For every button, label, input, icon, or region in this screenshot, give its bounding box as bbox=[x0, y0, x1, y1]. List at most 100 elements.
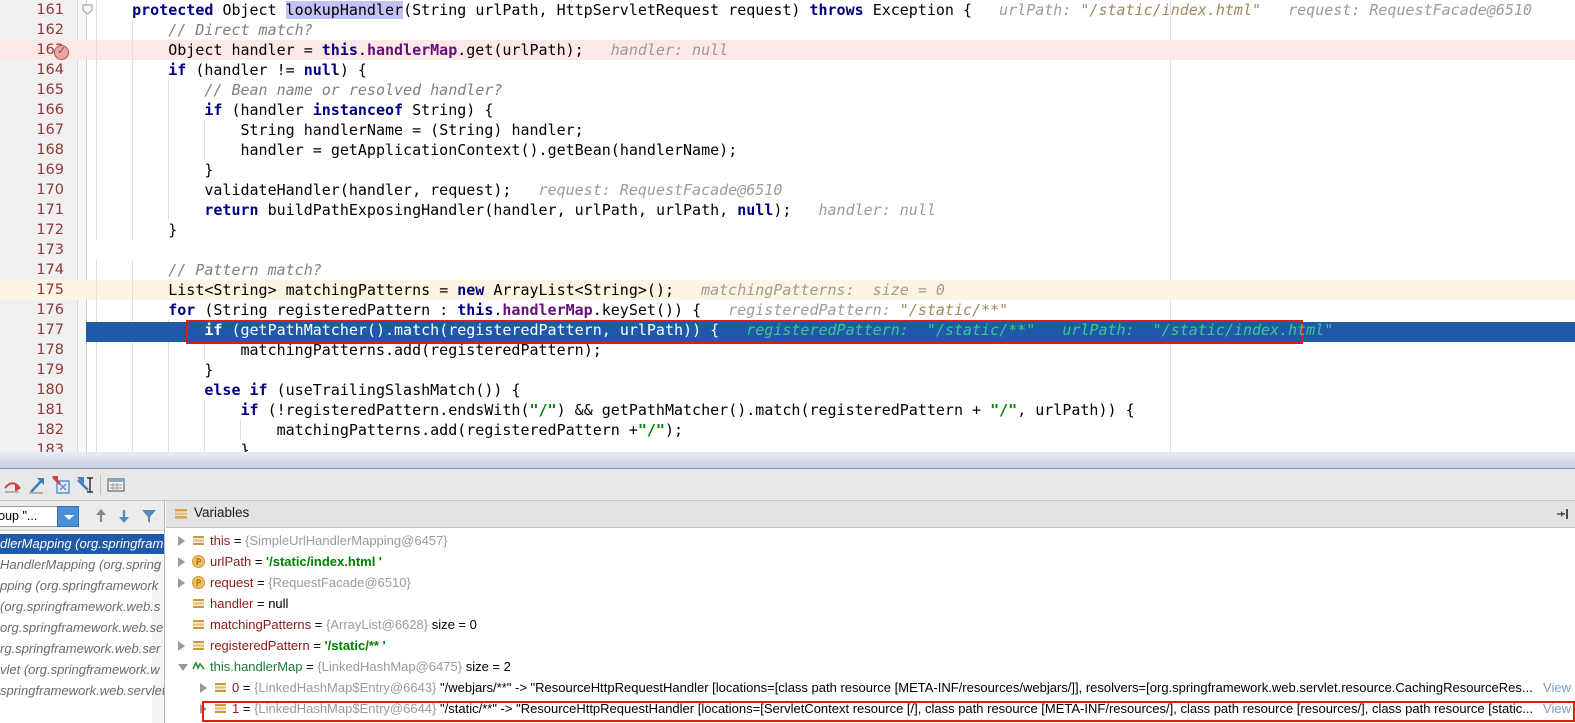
code-text: if (!registeredPattern.endsWith("/") && … bbox=[240, 401, 1135, 419]
variable-row[interactable]: registeredPattern = '/static/** ' bbox=[166, 635, 1575, 656]
chevron-down-icon[interactable] bbox=[57, 506, 79, 527]
frame-list-item[interactable]: (org.springframework.web.s bbox=[0, 597, 164, 617]
arrow-up-icon[interactable] bbox=[92, 507, 110, 525]
frame-list-item[interactable]: org.springframework.web.se bbox=[0, 618, 164, 638]
frame-list-item[interactable]: dlerMapping (org.springfram bbox=[0, 534, 164, 554]
line-number: 168 bbox=[36, 142, 64, 158]
chevron-right-icon[interactable] bbox=[178, 536, 185, 546]
frame-list-item[interactable]: pping (org.springframework bbox=[0, 576, 164, 596]
code-line-164[interactable]: 164 if (handler != null) { bbox=[0, 60, 1575, 80]
code-line-170[interactable]: 170 validateHandler(handler, request); r… bbox=[0, 180, 1575, 200]
code-line-175[interactable]: 175 List<String> matchingPatterns = new … bbox=[0, 280, 1575, 300]
code-text: String handlerName = (String) handler; bbox=[240, 121, 584, 139]
chevron-right-icon[interactable] bbox=[200, 683, 207, 693]
code-line-169[interactable]: 169 } bbox=[0, 160, 1575, 180]
code-fold-icon[interactable] bbox=[82, 4, 93, 15]
code-line-173[interactable]: 173 bbox=[0, 240, 1575, 260]
variable-row[interactable]: Prequest = {RequestFacade@6510} bbox=[166, 572, 1575, 593]
frame-label: org.springframework.web.se bbox=[0, 620, 164, 635]
code-line-166[interactable]: 166 if (handler instanceof String) { bbox=[0, 100, 1575, 120]
breakpoint-icon[interactable] bbox=[54, 44, 69, 60]
variable-row[interactable]: 1 = {LinkedHashMap$Entry@6644} "/static/… bbox=[166, 698, 1575, 719]
view-link[interactable]: View bbox=[1543, 677, 1571, 698]
field-icon bbox=[193, 620, 204, 629]
variable-row[interactable]: handler = null bbox=[166, 593, 1575, 614]
svg-text:P: P bbox=[196, 579, 202, 589]
frames-toolbar[interactable]: group "... bbox=[0, 501, 164, 531]
line-number: 173 bbox=[36, 242, 64, 258]
arrow-down-icon[interactable] bbox=[115, 507, 133, 525]
step-out-icon[interactable] bbox=[74, 474, 96, 496]
variable-row[interactable]: PurlPath = '/static/index.html ' bbox=[166, 551, 1575, 572]
code-line-179[interactable]: 179 } bbox=[0, 360, 1575, 380]
code-line-174[interactable]: 174 // Pattern match? bbox=[0, 260, 1575, 280]
view-link[interactable]: View bbox=[1543, 698, 1571, 719]
variables-title: Variables bbox=[194, 505, 250, 520]
code-line-180[interactable]: 180 else if (useTrailingSlashMatch()) { bbox=[0, 380, 1575, 400]
line-number: 161 bbox=[36, 2, 64, 18]
line-number: 164 bbox=[36, 62, 64, 78]
variable-label: this.handlerMap = {LinkedHashMap@6475} s… bbox=[210, 659, 511, 674]
frames-panel[interactable]: group "... dlerMapping (org.springfram Ha… bbox=[0, 501, 165, 723]
line-number: 175 bbox=[36, 282, 64, 298]
code-editor[interactable]: 161 protected Object lookupHandler(Strin… bbox=[0, 0, 1575, 452]
toolbar-separator bbox=[100, 475, 101, 495]
variable-row[interactable]: this = {SimpleUrlHandlerMapping@6457} bbox=[166, 530, 1575, 551]
evaluate-expression-icon[interactable] bbox=[105, 474, 127, 496]
line-number: 183 bbox=[36, 442, 64, 452]
frame-list-item[interactable]: vlet (org.springframework.w bbox=[0, 660, 164, 680]
code-line-181[interactable]: 181 if (!registeredPattern.endsWith("/")… bbox=[0, 400, 1575, 420]
code-text: List<String> matchingPatterns = new Arra… bbox=[168, 281, 945, 299]
code-line-163[interactable]: 163 Object handler = this.handlerMap.get… bbox=[0, 40, 1575, 60]
step-over-icon[interactable] bbox=[2, 474, 24, 496]
chevron-right-icon[interactable] bbox=[178, 641, 185, 651]
code-line-165[interactable]: 165 // Bean name or resolved handler? bbox=[0, 80, 1575, 100]
chevron-right-icon[interactable] bbox=[178, 578, 185, 588]
field-icon bbox=[193, 641, 204, 650]
editor-debug-splitter[interactable] bbox=[0, 452, 1575, 469]
code-line-176[interactable]: 176 for (String registeredPattern : this… bbox=[0, 300, 1575, 320]
chevron-right-icon[interactable] bbox=[178, 557, 185, 567]
code-line-171[interactable]: 171 return buildPathExposingHandler(hand… bbox=[0, 200, 1575, 220]
chevron-right-icon[interactable] bbox=[200, 704, 207, 714]
code-text: // Direct match? bbox=[168, 21, 313, 39]
variable-label: request = {RequestFacade@6510} bbox=[210, 575, 411, 590]
code-line-167[interactable]: 167 String handlerName = (String) handle… bbox=[0, 120, 1575, 140]
code-text: if (handler != null) { bbox=[168, 61, 367, 79]
step-into-icon[interactable] bbox=[26, 474, 48, 496]
filter-icon[interactable] bbox=[140, 507, 158, 525]
force-step-into-icon[interactable] bbox=[50, 474, 72, 496]
line-number: 177 bbox=[36, 322, 64, 338]
code-line-162[interactable]: 162 // Direct match? bbox=[0, 20, 1575, 40]
line-number: 171 bbox=[36, 202, 64, 218]
frame-list-item[interactable]: rg.springframework.web.ser bbox=[0, 639, 164, 659]
variable-row[interactable]: this.handlerMap = {LinkedHashMap@6475} s… bbox=[166, 656, 1575, 677]
code-line-172[interactable]: 172 } bbox=[0, 220, 1575, 240]
line-number: 180 bbox=[36, 382, 64, 398]
debugger-toolbar[interactable] bbox=[0, 469, 1575, 501]
code-line-182[interactable]: 182 matchingPatterns.add(registeredPatte… bbox=[0, 420, 1575, 440]
intellij-debugger-window: 161 protected Object lookupHandler(Strin… bbox=[0, 0, 1575, 723]
frame-list-item[interactable]: HandlerMapping (org.spring bbox=[0, 555, 164, 575]
collapse-panel-icon[interactable] bbox=[1555, 507, 1569, 521]
variables-panel[interactable]: Variables this = {SimpleUrlHandlerMappin… bbox=[166, 501, 1575, 723]
code-line-168[interactable]: 168 handler = getApplicationContext().ge… bbox=[0, 140, 1575, 160]
code-text: handler = getApplicationContext().getBea… bbox=[240, 141, 738, 159]
variable-label: urlPath = '/static/index.html ' bbox=[210, 554, 383, 569]
variable-label: registeredPattern = '/static/** ' bbox=[210, 638, 386, 653]
code-line-161[interactable]: 161 protected Object lookupHandler(Strin… bbox=[0, 0, 1575, 20]
code-text: return buildPathExposingHandler(handler,… bbox=[204, 201, 936, 219]
line-number: 165 bbox=[36, 82, 64, 98]
code-text: matchingPatterns.add(registeredPattern +… bbox=[276, 421, 684, 439]
chevron-down-icon[interactable] bbox=[178, 664, 188, 671]
code-line-183[interactable]: 183 } bbox=[0, 440, 1575, 452]
variable-row[interactable]: 0 = {LinkedHashMap$Entry@6643} "/webjars… bbox=[166, 677, 1575, 698]
field-icon bbox=[193, 536, 204, 545]
line-number: 182 bbox=[36, 422, 64, 438]
line-number: 179 bbox=[36, 362, 64, 378]
frame-list-item[interactable]: springframework.web.servlet bbox=[0, 681, 164, 701]
field-icon bbox=[193, 599, 204, 608]
line-number: 167 bbox=[36, 122, 64, 138]
code-line-178[interactable]: 178 matchingPatterns.add(registeredPatte… bbox=[0, 340, 1575, 360]
variable-row[interactable]: matchingPatterns = {ArrayList@6628} size… bbox=[166, 614, 1575, 635]
